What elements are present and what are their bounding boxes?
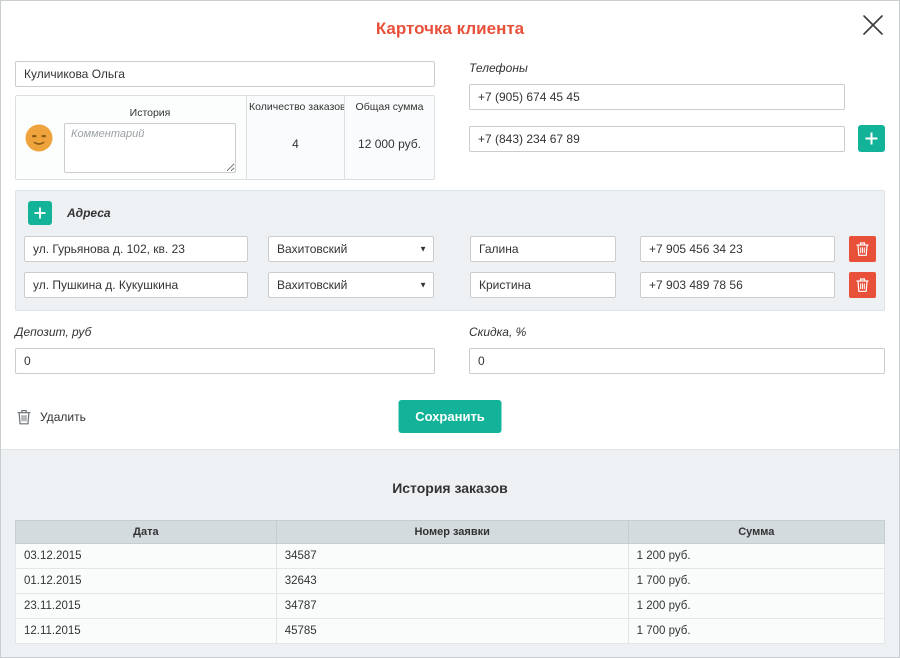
orders-count-value: 4 bbox=[292, 137, 299, 151]
table-header-row: Дата Номер заявки Сумма bbox=[15, 520, 886, 544]
plus-icon bbox=[34, 207, 46, 219]
delete-address-button[interactable] bbox=[849, 272, 876, 298]
delete-client-label: Удалить bbox=[40, 409, 86, 424]
cell-order-number: 32643 bbox=[275, 568, 629, 594]
table-row: 23.11.2015 34787 1 200 руб. bbox=[15, 593, 886, 619]
order-history-section: История заказов Дата Номер заявки Сумма … bbox=[1, 449, 899, 657]
total-sum-label: Общая сумма bbox=[355, 101, 424, 113]
trash-icon bbox=[856, 278, 869, 292]
cell-order-number: 34787 bbox=[275, 593, 629, 619]
cell-date: 01.12.2015 bbox=[15, 568, 277, 594]
cell-sum: 1 200 руб. bbox=[627, 543, 886, 569]
table-row: 12.11.2015 45785 1 700 руб. bbox=[15, 618, 886, 644]
contact-phone-input[interactable] bbox=[640, 236, 835, 262]
client-summary-box: История Количество заказов 4 Общая сумма… bbox=[15, 95, 435, 180]
cell-date: 03.12.2015 bbox=[15, 543, 277, 569]
orders-count-label: Количество заказов bbox=[249, 101, 344, 113]
delete-client-button[interactable]: Удалить bbox=[17, 409, 86, 425]
column-header-date: Дата bbox=[15, 520, 277, 544]
cell-date: 12.11.2015 bbox=[15, 618, 277, 644]
address-row: Вахитовский ▼ bbox=[24, 272, 876, 298]
cell-sum: 1 700 руб. bbox=[627, 618, 886, 644]
order-history-title: История заказов bbox=[392, 480, 508, 496]
cell-sum: 1 200 руб. bbox=[627, 593, 886, 619]
deposit-label: Депозит, руб bbox=[15, 325, 92, 339]
delete-address-button[interactable] bbox=[849, 236, 876, 262]
client-card-modal: Карточка клиента Куличикова Ольга Истори… bbox=[1, 1, 899, 449]
trash-icon bbox=[856, 242, 869, 256]
district-select[interactable]: Вахитовский bbox=[268, 272, 434, 298]
addresses-label: Адреса bbox=[67, 206, 111, 220]
address-row: Вахитовский ▼ bbox=[24, 236, 876, 262]
contact-name-input[interactable] bbox=[470, 272, 616, 298]
phones-label: Телефоны bbox=[469, 61, 528, 75]
add-address-button[interactable] bbox=[28, 201, 52, 225]
deposit-input[interactable] bbox=[15, 348, 435, 374]
close-button[interactable] bbox=[857, 9, 889, 44]
column-header-sum: Сумма bbox=[627, 520, 886, 544]
save-button[interactable]: Сохранить bbox=[398, 400, 502, 433]
phone-input[interactable] bbox=[469, 125, 845, 152]
action-row: Удалить Сохранить bbox=[15, 400, 885, 433]
modal-title: Карточка клиента bbox=[375, 19, 525, 38]
close-icon bbox=[861, 13, 885, 37]
table-row: 03.12.2015 34587 1 200 руб. bbox=[15, 543, 886, 569]
cell-date: 23.11.2015 bbox=[15, 593, 277, 619]
column-header-order-number: Номер заявки bbox=[275, 520, 629, 544]
plus-icon bbox=[865, 132, 878, 145]
contact-phone-input[interactable] bbox=[640, 272, 835, 298]
addresses-section: Адреса Вахитовский ▼ bbox=[15, 190, 885, 311]
address-input[interactable] bbox=[24, 236, 248, 262]
address-input[interactable] bbox=[24, 272, 248, 298]
cell-order-number: 45785 bbox=[275, 618, 629, 644]
cell-sum: 1 700 руб. bbox=[627, 568, 886, 594]
client-form: История Количество заказов 4 Общая сумма… bbox=[15, 61, 885, 180]
history-label: История bbox=[129, 107, 171, 119]
order-history-table: Дата Номер заявки Сумма 03.12.2015 34587… bbox=[15, 520, 886, 644]
table-row: 01.12.2015 32643 1 700 руб. bbox=[15, 568, 886, 594]
discount-input[interactable] bbox=[469, 348, 885, 374]
comment-textarea[interactable] bbox=[64, 123, 236, 173]
trash-icon bbox=[17, 409, 31, 425]
cell-order-number: 34587 bbox=[275, 543, 629, 569]
phone-input[interactable] bbox=[469, 84, 845, 110]
client-name-input[interactable] bbox=[15, 61, 435, 87]
add-phone-button[interactable] bbox=[858, 125, 885, 152]
total-sum-value: 12 000 руб. bbox=[358, 137, 421, 151]
finance-section: Депозит, руб Скидка, % bbox=[15, 325, 885, 374]
discount-label: Скидка, % bbox=[469, 325, 527, 339]
contact-name-input[interactable] bbox=[470, 236, 616, 262]
smiley-icon bbox=[24, 123, 54, 153]
district-select[interactable]: Вахитовский bbox=[268, 236, 434, 262]
